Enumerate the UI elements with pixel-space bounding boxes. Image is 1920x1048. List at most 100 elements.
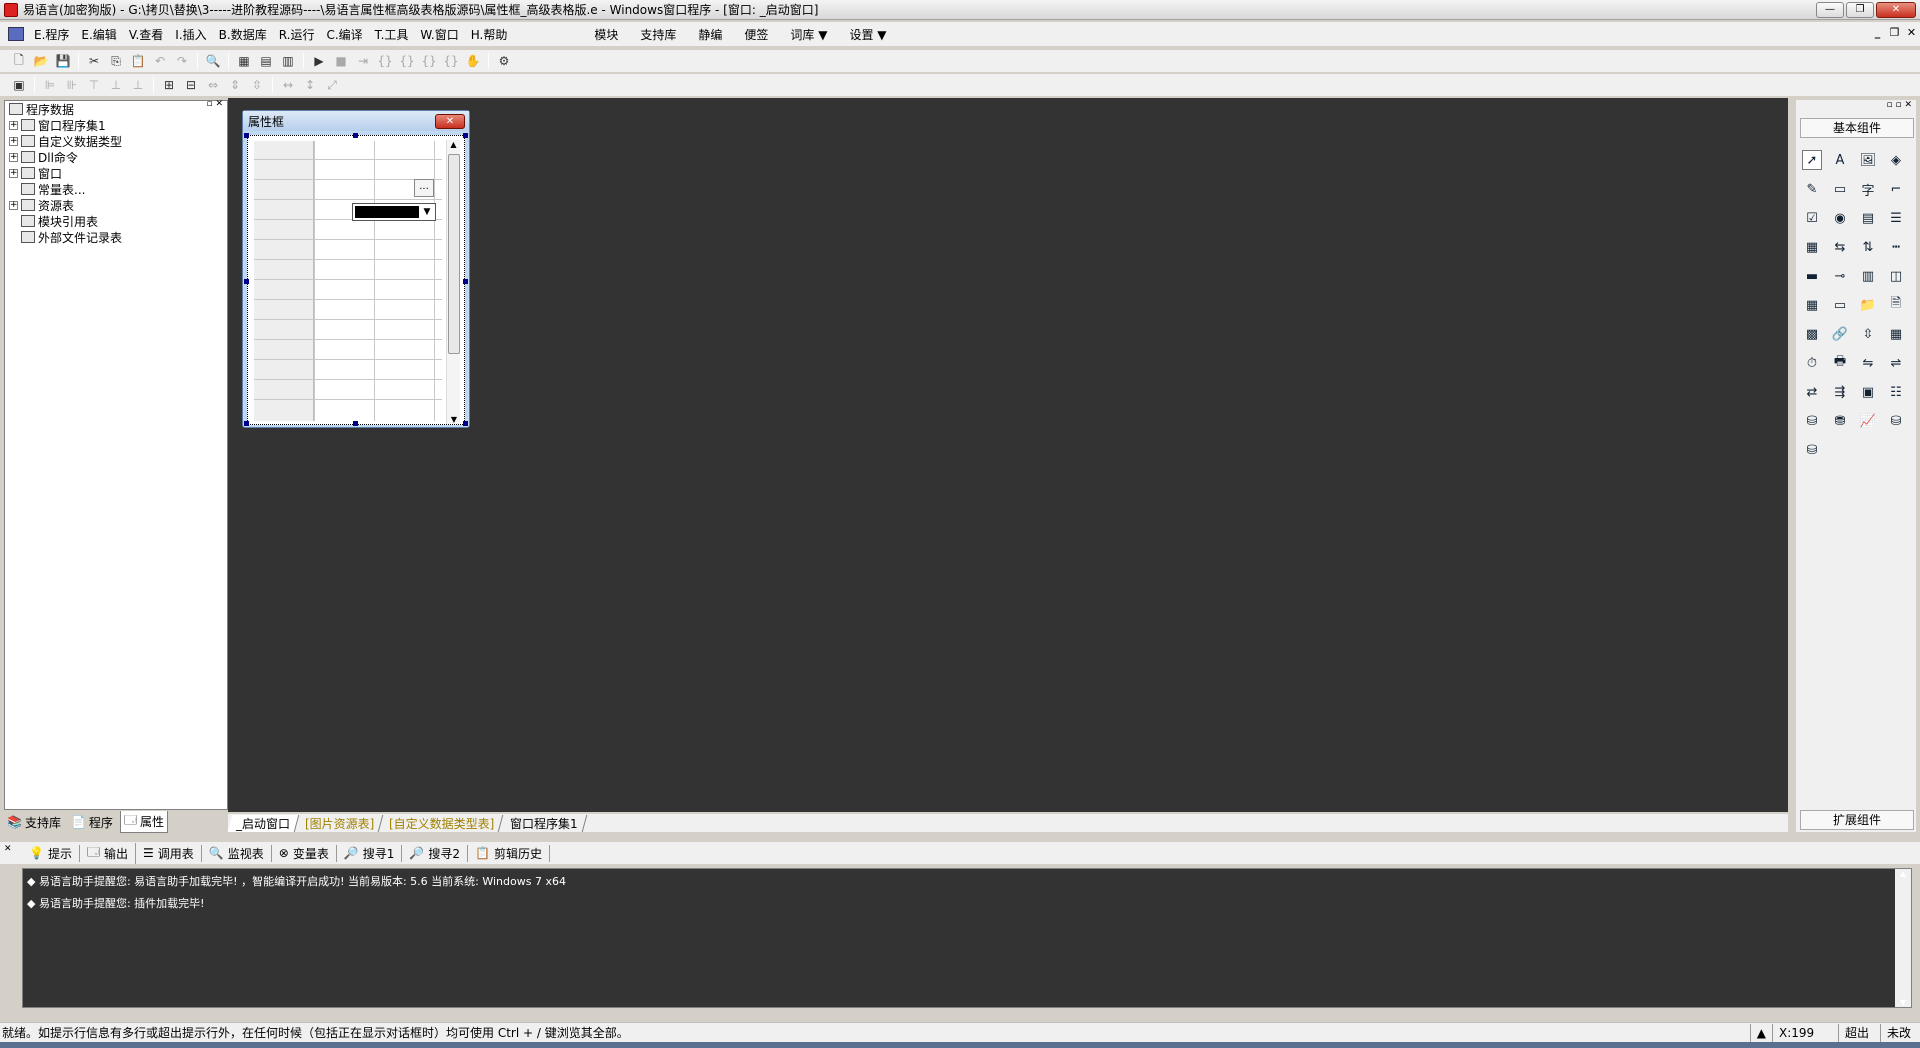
- layout-3-icon[interactable]: ▥: [279, 52, 297, 70]
- resize-handle[interactable]: [463, 421, 468, 426]
- menu-static-compile[interactable]: 静编: [687, 26, 733, 43]
- mdi-minimize-button[interactable]: _: [1871, 27, 1884, 40]
- tab-search1[interactable]: 🔎 搜寻1: [337, 844, 403, 862]
- scroll-thumb[interactable]: [448, 154, 460, 354]
- tab-image-resources[interactable]: [图片资源表]: [296, 814, 384, 832]
- space-v-icon[interactable]: ⇕: [226, 76, 244, 94]
- menu-support-lib[interactable]: 支持库: [629, 26, 687, 43]
- tab-variables[interactable]: ⊗ 变量表: [272, 844, 337, 862]
- step-3-icon[interactable]: {}: [398, 52, 416, 70]
- align-top-icon[interactable]: ⊤: [85, 76, 103, 94]
- layout-1-icon[interactable]: ▦: [235, 52, 253, 70]
- color-picker-icon[interactable]: ▩: [1802, 324, 1822, 344]
- scroll-down-icon[interactable]: ▼: [1895, 998, 1911, 1007]
- resize-handle[interactable]: [463, 133, 468, 138]
- resize-handle[interactable]: [353, 421, 358, 426]
- save-icon[interactable]: 💾: [54, 52, 72, 70]
- redo-icon[interactable]: ↷: [173, 52, 191, 70]
- tree-item[interactable]: + 资源表: [9, 197, 122, 213]
- resize-handle[interactable]: [244, 133, 249, 138]
- align-middle-icon[interactable]: ⊥: [107, 76, 125, 94]
- spin-icon[interactable]: ⇳: [1858, 324, 1878, 344]
- combo-icon[interactable]: ▦: [1802, 237, 1822, 257]
- tab-custom-datatypes[interactable]: [自定义数据类型表]: [381, 814, 505, 832]
- layout-2-icon[interactable]: ▤: [257, 52, 275, 70]
- same-size-icon[interactable]: ⤢: [323, 76, 341, 94]
- picture-icon[interactable]: 🖼: [1858, 150, 1878, 170]
- tree-item[interactable]: + 窗口程序集1: [9, 117, 122, 133]
- hscroll-icon[interactable]: ⇆: [1830, 237, 1850, 257]
- tree-item[interactable]: 模块引用表: [9, 213, 122, 229]
- step-2-icon[interactable]: {}: [376, 52, 394, 70]
- menu-notes[interactable]: 便签: [733, 26, 779, 43]
- folder-icon[interactable]: 📁: [1858, 295, 1878, 315]
- space-eq-icon[interactable]: ⇳: [248, 76, 266, 94]
- label-icon[interactable]: A: [1830, 150, 1850, 170]
- tab-properties[interactable]: 🗔 属性: [119, 811, 168, 833]
- basic-components-header[interactable]: 基本组件: [1800, 118, 1914, 138]
- tab-support-lib[interactable]: 📚 支持库: [4, 814, 64, 831]
- tab-clip-history[interactable]: 📋 剪辑历史: [468, 844, 550, 862]
- menu-compile[interactable]: C.编译: [320, 26, 368, 43]
- table-icon[interactable]: ▦: [1886, 324, 1906, 344]
- menu-edit[interactable]: E.编辑: [75, 26, 122, 43]
- tab-window-assembly[interactable]: 窗口程序集1: [501, 814, 587, 832]
- step-5-icon[interactable]: {}: [442, 52, 460, 70]
- table-scrollbar[interactable]: ▲ ▼: [446, 140, 460, 424]
- run-icon[interactable]: ▶: [310, 52, 328, 70]
- menu-settings[interactable]: 设置 ▼: [838, 26, 897, 43]
- designer-window-body[interactable]: ... ▼ ▲ ▼: [247, 135, 465, 425]
- tab-program[interactable]: 📄 程序: [68, 814, 116, 831]
- close-button[interactable]: ✕: [1876, 2, 1916, 18]
- tab-call-stack[interactable]: ☰ 调用表: [136, 844, 202, 862]
- paste-icon[interactable]: 📋: [129, 52, 147, 70]
- checkbox-icon[interactable]: ☑: [1802, 208, 1822, 228]
- grid-icon[interactable]: ▣: [10, 76, 28, 94]
- mdi-doc-icon[interactable]: [8, 27, 24, 41]
- align-bottom-icon[interactable]: ⊥: [129, 76, 147, 94]
- menu-view[interactable]: V.查看: [123, 26, 169, 43]
- menu-database[interactable]: B.数据库: [213, 26, 273, 43]
- file-icon[interactable]: 🗎: [1886, 295, 1906, 315]
- text-icon[interactable]: 字: [1858, 179, 1878, 199]
- chart-icon[interactable]: 📈: [1858, 411, 1878, 431]
- mdi-close-button[interactable]: ✕: [1905, 27, 1918, 40]
- odbc-2-icon[interactable]: ⛁: [1802, 440, 1822, 460]
- drive-icon[interactable]: ▭: [1830, 295, 1850, 315]
- progress-icon[interactable]: ▬: [1802, 266, 1822, 286]
- resize-handle[interactable]: [244, 421, 249, 426]
- output-panel[interactable]: ◆ 易语言助手提醒您: 易语言助手加载完毕! ，智能编译开启成功! 当前易版本:…: [22, 868, 1912, 1008]
- hyperlink-icon[interactable]: 🔗: [1830, 324, 1850, 344]
- line-icon[interactable]: ⌐: [1886, 179, 1906, 199]
- edit-box-icon[interactable]: ✎: [1802, 179, 1822, 199]
- menu-lexicon[interactable]: 词库 ▼: [779, 26, 838, 43]
- panel-icon[interactable]: ▥: [1858, 266, 1878, 286]
- tab-start-window[interactable]: _启动窗口: [227, 814, 300, 832]
- center-h-icon[interactable]: ⊞: [160, 76, 178, 94]
- menu-program[interactable]: E.程序: [28, 26, 75, 43]
- tree-item[interactable]: + Dll命令: [9, 149, 122, 165]
- shape-icon[interactable]: ◈: [1886, 150, 1906, 170]
- vscroll-icon[interactable]: ⇅: [1858, 237, 1878, 257]
- timer-icon[interactable]: ⏱: [1802, 353, 1822, 373]
- extended-components-footer[interactable]: 扩展组件: [1800, 810, 1914, 830]
- output-close-icon[interactable]: ✕: [4, 844, 12, 854]
- step-1-icon[interactable]: ⇥: [354, 52, 372, 70]
- scroll-down-icon[interactable]: ▼: [447, 415, 461, 424]
- tab-output[interactable]: 🗔 输出: [80, 842, 136, 864]
- center-v-icon[interactable]: ⊟: [182, 76, 200, 94]
- menu-run[interactable]: R.运行: [273, 26, 321, 43]
- tab-watch[interactable]: 🔍 监视表: [202, 844, 272, 862]
- tree-item[interactable]: 常量表...: [9, 181, 122, 197]
- minimize-button[interactable]: —: [1816, 2, 1844, 18]
- same-width-icon[interactable]: ↔: [279, 76, 297, 94]
- tree-icon[interactable]: ☷: [1886, 382, 1906, 402]
- chevron-down-icon[interactable]: ▼: [420, 205, 434, 219]
- pointer-icon[interactable]: ➚: [1802, 150, 1822, 170]
- printer-icon[interactable]: 🖶: [1830, 353, 1850, 373]
- tree-item[interactable]: + 自定义数据类型: [9, 133, 122, 149]
- hand-icon[interactable]: ✋: [464, 52, 482, 70]
- copy-icon[interactable]: ⎘: [107, 52, 125, 70]
- listbox-icon[interactable]: ☰: [1886, 208, 1906, 228]
- groupbox-icon[interactable]: ▤: [1858, 208, 1878, 228]
